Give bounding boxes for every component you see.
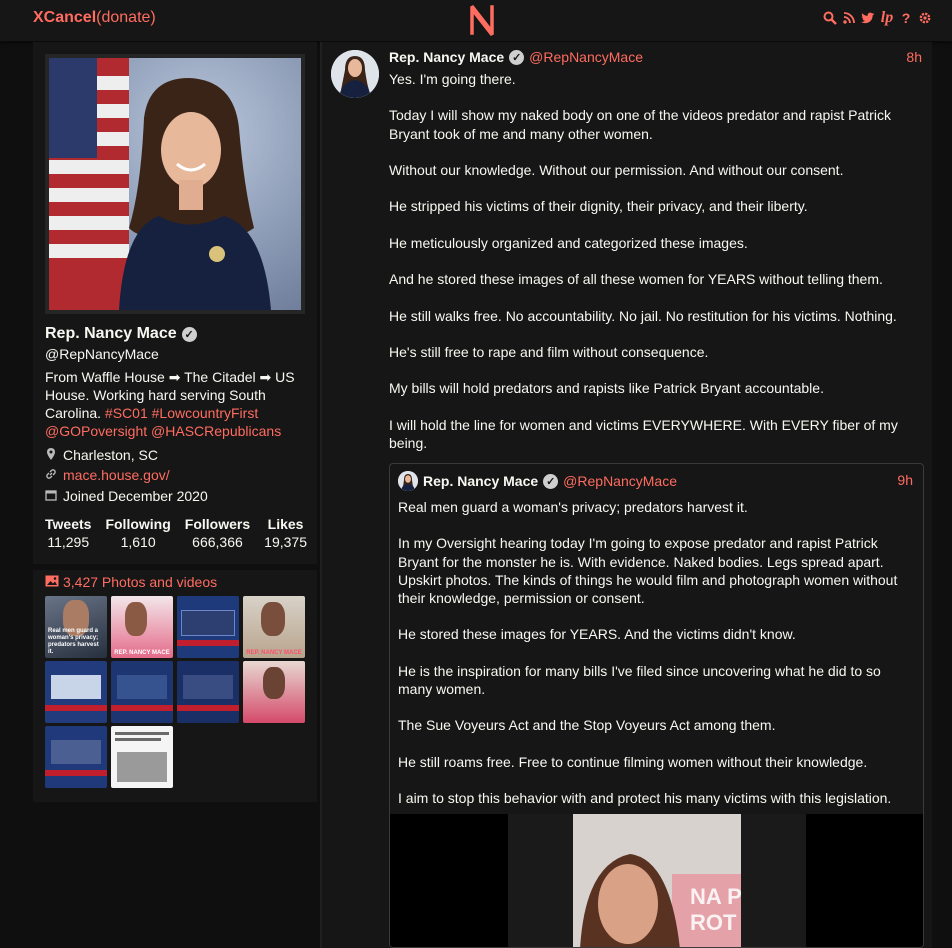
verified-check-icon: ✓ — [509, 49, 525, 65]
tweet-paragraph: He stripped his victims of their dignity… — [389, 198, 808, 215]
video-sign-text: NA PROTE — [690, 884, 742, 935]
tweet-username[interactable]: @RepNancyMace — [529, 49, 643, 65]
quote-paragraph: He still roams free. Free to continue fi… — [398, 753, 868, 770]
media-thumbnail[interactable] — [177, 596, 239, 658]
joined-text: Joined December 2020 — [63, 488, 208, 504]
photo-rail-title[interactable]: 3,427 Photos and videos — [63, 574, 217, 590]
photo-rail: 3,427 Photos and videos Real men guard a… — [33, 570, 317, 802]
profile-name-row: Rep. Nancy Mace ✓ — [45, 325, 197, 343]
calendar-icon — [45, 489, 57, 504]
tweet-paragraph: Without our knowledge. Without our permi… — [389, 161, 844, 178]
stat-likes[interactable]: Likes 19,375 — [264, 516, 307, 550]
photo-rail-header[interactable]: 3,427 Photos and videos — [45, 574, 217, 590]
quote-content: Real men guard a woman's privacy; predat… — [398, 498, 914, 826]
tweet-header: Rep. Nancy Mace ✓ @RepNancyMace — [389, 49, 924, 65]
thumbnail-caption: Real men guard a woman's privacy; predat… — [48, 628, 99, 655]
media-thumbnail[interactable] — [243, 661, 305, 723]
quote-fullname[interactable]: Rep. Nancy Mace — [423, 473, 538, 489]
quote-paragraph: Real men guard a woman's privacy; predat… — [398, 499, 748, 515]
stat-value: 19,375 — [264, 534, 307, 550]
stat-value: 666,366 — [192, 534, 243, 550]
tweet-avatar[interactable] — [331, 50, 379, 98]
quote-username[interactable]: @RepNancyMace — [563, 473, 677, 489]
stat-following[interactable]: Following 1,610 — [105, 516, 170, 550]
profile-location: Charleston, SC — [45, 447, 158, 463]
bio-mention-link[interactable]: @GOPoversight — [45, 423, 147, 439]
media-thumbnail[interactable] — [45, 661, 107, 723]
website-link[interactable]: mace.house.gov/ — [63, 467, 170, 483]
quote-paragraph: In my Oversight hearing today I'm going … — [398, 535, 898, 606]
media-thumbnail[interactable]: REP. NANCY MACE — [243, 596, 305, 658]
tweet-paragraph: He's still free to rape and film without… — [389, 343, 709, 360]
brand-name[interactable]: XCancel — [33, 9, 96, 26]
tweet-paragraph: He meticulously organized and categorize… — [389, 234, 748, 251]
quote-date[interactable]: 9h — [897, 472, 913, 488]
quote-avatar[interactable] — [398, 471, 418, 491]
liberapay-icon[interactable]: lp — [880, 9, 894, 26]
stat-tweets[interactable]: Tweets 11,295 — [45, 516, 91, 550]
search-icon[interactable] — [823, 10, 837, 26]
help-icon[interactable]: ? — [899, 10, 913, 26]
link-icon — [45, 468, 57, 483]
brand-link[interactable]: XCancel(donate) — [33, 9, 156, 27]
stat-label: Likes — [267, 516, 304, 532]
gear-icon[interactable] — [918, 10, 932, 26]
profile-fullname[interactable]: Rep. Nancy Mace — [45, 325, 177, 343]
rss-icon[interactable] — [842, 10, 856, 26]
quote-video[interactable]: NA PROTE — [390, 814, 923, 947]
media-thumbnail[interactable] — [177, 661, 239, 723]
image-icon — [45, 574, 59, 590]
tweet-paragraph: He still walks free. No accountability. … — [389, 307, 897, 324]
profile-handle[interactable]: @RepNancyMace — [45, 346, 159, 362]
stat-label: Following — [105, 516, 171, 532]
photo-rail-grid: Real men guard a woman's privacy; predat… — [45, 596, 307, 788]
media-thumbnail[interactable] — [45, 726, 107, 788]
stat-label: Followers — [184, 516, 251, 532]
bio-hashtag-link[interactable]: #LowcountryFirst — [152, 405, 259, 421]
quoted-tweet[interactable]: Rep. Nancy Mace ✓ @RepNancyMace 9h Real … — [389, 463, 924, 948]
timeline-divider — [320, 42, 322, 948]
top-navbar: XCancel(donate) lp ? — [0, 0, 952, 42]
donate-link[interactable]: (donate) — [96, 9, 156, 26]
profile-avatar[interactable] — [45, 54, 305, 314]
quote-paragraph: He is the inspiration for many bills I'v… — [398, 662, 881, 697]
media-thumbnail[interactable]: REP. NANCY MACE — [111, 596, 173, 658]
media-thumbnail[interactable]: Real men guard a woman's privacy; predat… — [45, 596, 107, 658]
tweet-paragraph: My bills will hold predators and rapists… — [389, 380, 824, 397]
location-pin-icon — [45, 447, 57, 463]
nitter-logo-icon[interactable] — [468, 3, 496, 37]
tweet-fullname[interactable]: Rep. Nancy Mace — [389, 49, 504, 65]
quote-paragraph: The Sue Voyeurs Act and the Stop Voyeurs… — [398, 717, 776, 734]
quote-header: Rep. Nancy Mace ✓ @RepNancyMace — [398, 471, 677, 491]
bio-hashtag-link[interactable]: #SC01 — [105, 405, 148, 421]
profile-website: mace.house.gov/ — [45, 467, 170, 483]
bird-icon[interactable] — [861, 10, 875, 26]
location-text: Charleston, SC — [63, 447, 158, 463]
tweet-paragraph: And he stored these images of all these … — [389, 271, 883, 288]
stat-followers[interactable]: Followers 666,366 — [185, 516, 250, 550]
verified-check-icon: ✓ — [181, 326, 197, 342]
media-thumbnail[interactable] — [111, 661, 173, 723]
profile-bio: From Waffle House ➡ The Citadel ➡ US Hou… — [45, 368, 307, 440]
stat-value: 1,610 — [120, 534, 156, 550]
profile-joined: Joined December 2020 — [45, 488, 208, 504]
quote-paragraph: He stored these images for YEARS. And th… — [398, 626, 796, 643]
tweet-paragraph: Yes. I'm going there. — [389, 71, 516, 87]
thumbnail-caption: REP. NANCY MACE — [114, 650, 170, 656]
verified-check-icon: ✓ — [543, 473, 559, 489]
bio-mention-link[interactable]: @HASCRepublicans — [151, 423, 281, 439]
thumbnail-caption: REP. NANCY MACE — [246, 650, 302, 656]
media-thumbnail[interactable] — [111, 726, 173, 788]
stat-label: Tweets — [45, 516, 92, 532]
stat-value: 11,295 — [47, 534, 90, 550]
tweet-date[interactable]: 8h — [906, 49, 922, 65]
profile-card: Rep. Nancy Mace ✓ @RepNancyMace From Waf… — [33, 42, 317, 564]
quote-paragraph: I aim to stop this behavior with and pro… — [398, 790, 892, 807]
tweet-paragraph: Today I will show my naked body on one o… — [389, 107, 891, 142]
profile-stats: Tweets 11,295 Following 1,610 Followers … — [45, 516, 307, 550]
tweet-paragraph: I will hold the line for women and victi… — [389, 416, 898, 451]
tweet-content: Yes. I'm going there. Today I will show … — [389, 70, 919, 470]
